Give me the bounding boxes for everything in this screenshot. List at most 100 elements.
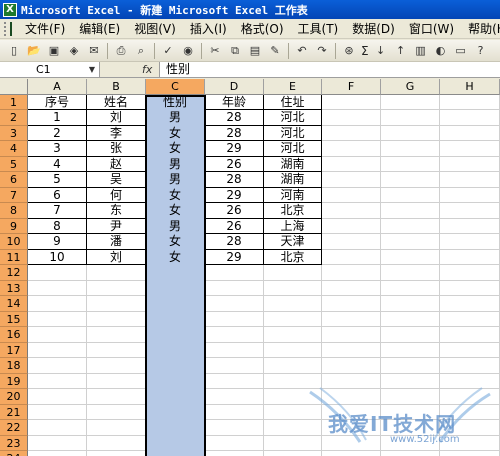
cell-f23[interactable] xyxy=(322,435,381,451)
insert-function-button[interactable]: fx xyxy=(142,62,152,77)
cell-d4[interactable]: 29 xyxy=(205,141,264,157)
cell-c24[interactable] xyxy=(146,451,205,456)
cell-b8[interactable]: 东 xyxy=(87,203,146,219)
cut-icon[interactable]: ✂ xyxy=(207,43,223,59)
cell-b24[interactable] xyxy=(87,451,146,456)
row-header[interactable]: 19 xyxy=(0,373,28,389)
cell-h10[interactable] xyxy=(440,234,500,250)
cell-e21[interactable] xyxy=(264,404,322,420)
research-icon[interactable]: ◉ xyxy=(180,43,196,59)
sort-descending-icon[interactable]: ↑ xyxy=(393,43,409,59)
cell-a3[interactable]: 2 xyxy=(28,125,87,141)
cell-c12[interactable] xyxy=(146,265,205,281)
cell-f17[interactable] xyxy=(322,342,381,358)
cell-a8[interactable]: 7 xyxy=(28,203,87,219)
cell-f16[interactable] xyxy=(322,327,381,343)
menu-item[interactable]: 格式(O) xyxy=(234,20,291,37)
cell-g4[interactable] xyxy=(381,141,440,157)
cell-h14[interactable] xyxy=(440,296,500,312)
row-header[interactable]: 18 xyxy=(0,358,28,374)
chart-wizard-icon[interactable]: ▥ xyxy=(413,43,429,59)
cell-h15[interactable] xyxy=(440,311,500,327)
cell-g9[interactable] xyxy=(381,218,440,234)
new-icon[interactable]: ▯ xyxy=(6,43,22,59)
cell-a4[interactable]: 3 xyxy=(28,141,87,157)
cell-d15[interactable] xyxy=(205,311,264,327)
cell-a12[interactable] xyxy=(28,265,87,281)
cell-b2[interactable]: 刘 xyxy=(87,110,146,126)
cell-e17[interactable] xyxy=(264,342,322,358)
cell-f13[interactable] xyxy=(322,280,381,296)
cell-e9[interactable]: 上海 xyxy=(264,218,322,234)
cell-h8[interactable] xyxy=(440,203,500,219)
cell-h1[interactable] xyxy=(440,94,500,110)
cell-f10[interactable] xyxy=(322,234,381,250)
open-icon[interactable]: 📂 xyxy=(26,43,42,59)
cell-g2[interactable] xyxy=(381,110,440,126)
cell-a10[interactable]: 9 xyxy=(28,234,87,250)
row-header[interactable]: 2 xyxy=(0,110,28,126)
drawing-icon[interactable]: ◐ xyxy=(433,43,449,59)
row-header[interactable]: 10 xyxy=(0,234,28,250)
cell-g13[interactable] xyxy=(381,280,440,296)
cell-a2[interactable]: 1 xyxy=(28,110,87,126)
cell-g16[interactable] xyxy=(381,327,440,343)
row-header[interactable]: 16 xyxy=(0,327,28,343)
row-header[interactable]: 17 xyxy=(0,342,28,358)
cell-f14[interactable] xyxy=(322,296,381,312)
cell-c11[interactable]: 女 xyxy=(146,249,205,265)
hyperlink-icon[interactable]: ⊛ xyxy=(341,43,357,59)
column-header-c[interactable]: C xyxy=(146,79,205,95)
cell-g17[interactable] xyxy=(381,342,440,358)
row-header[interactable]: 1 xyxy=(0,94,28,110)
cell-e5[interactable]: 湖南 xyxy=(264,156,322,172)
cell-g20[interactable] xyxy=(381,389,440,405)
email-icon[interactable]: ✉ xyxy=(86,43,102,59)
row-header[interactable]: 8 xyxy=(0,203,28,219)
cell-d24[interactable] xyxy=(205,451,264,456)
cell-c23[interactable] xyxy=(146,435,205,451)
workbook-icon[interactable] xyxy=(10,21,12,36)
cell-d6[interactable]: 28 xyxy=(205,172,264,188)
cell-c4[interactable]: 女 xyxy=(146,141,205,157)
save-icon[interactable]: ▣ xyxy=(46,43,62,59)
cell-f4[interactable] xyxy=(322,141,381,157)
cell-f3[interactable] xyxy=(322,125,381,141)
cell-d21[interactable] xyxy=(205,404,264,420)
cell-e8[interactable]: 北京 xyxy=(264,203,322,219)
sort-ascending-icon[interactable]: ↓ xyxy=(373,43,389,59)
cell-c21[interactable] xyxy=(146,404,205,420)
cell-b23[interactable] xyxy=(87,435,146,451)
cell-f6[interactable] xyxy=(322,172,381,188)
cell-d3[interactable]: 28 xyxy=(205,125,264,141)
cell-h19[interactable] xyxy=(440,373,500,389)
cell-d8[interactable]: 26 xyxy=(205,203,264,219)
column-header-d[interactable]: D xyxy=(205,79,264,95)
cell-c17[interactable] xyxy=(146,342,205,358)
cell-b15[interactable] xyxy=(87,311,146,327)
cell-e7[interactable]: 河南 xyxy=(264,187,322,203)
cell-a5[interactable]: 4 xyxy=(28,156,87,172)
cell-g12[interactable] xyxy=(381,265,440,281)
cell-d5[interactable]: 26 xyxy=(205,156,264,172)
row-header[interactable]: 14 xyxy=(0,296,28,312)
cell-f5[interactable] xyxy=(322,156,381,172)
cell-d13[interactable] xyxy=(205,280,264,296)
cell-b21[interactable] xyxy=(87,404,146,420)
cell-c18[interactable] xyxy=(146,358,205,374)
cell-a24[interactable] xyxy=(28,451,87,456)
cell-g19[interactable] xyxy=(381,373,440,389)
cell-e2[interactable]: 河北 xyxy=(264,110,322,126)
cell-g23[interactable] xyxy=(381,435,440,451)
cell-d20[interactable] xyxy=(205,389,264,405)
cell-f21[interactable] xyxy=(322,404,381,420)
cell-c19[interactable] xyxy=(146,373,205,389)
cell-a19[interactable] xyxy=(28,373,87,389)
row-header[interactable]: 15 xyxy=(0,311,28,327)
select-all-corner[interactable] xyxy=(0,79,28,95)
cell-d14[interactable] xyxy=(205,296,264,312)
cell-e3[interactable]: 河北 xyxy=(264,125,322,141)
cell-b10[interactable]: 潘 xyxy=(87,234,146,250)
cell-a9[interactable]: 8 xyxy=(28,218,87,234)
cell-b3[interactable]: 李 xyxy=(87,125,146,141)
